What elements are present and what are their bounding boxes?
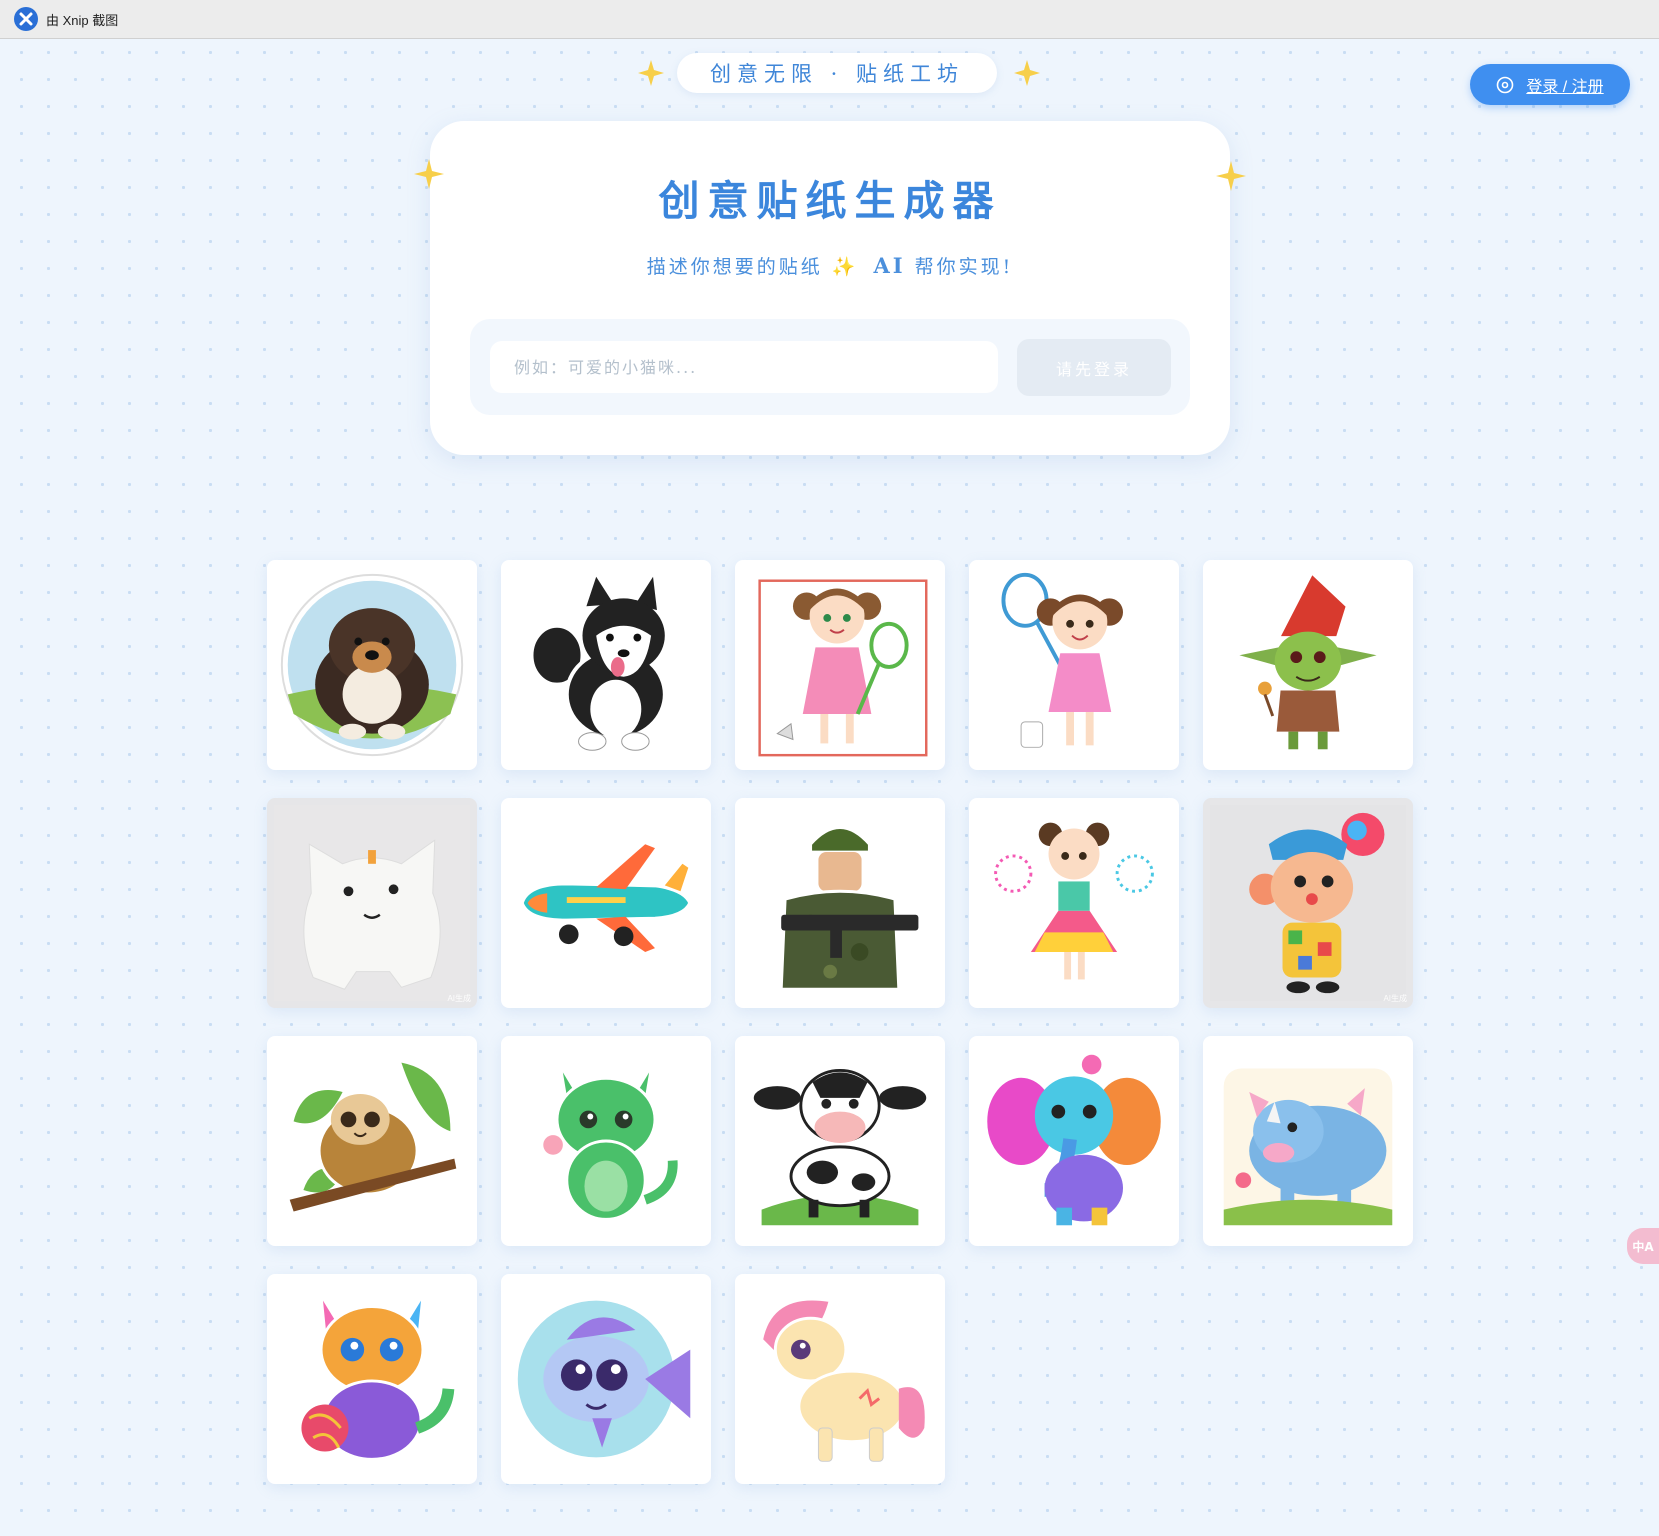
- soldier-sticker-image: [779, 826, 919, 991]
- clown-monkey-sticker-image: [1210, 805, 1406, 1001]
- prompt-input[interactable]: [490, 341, 998, 393]
- subtitle-text: 描述你想要的贴纸: [646, 256, 823, 278]
- elephant-sticker-image: [984, 1054, 1164, 1226]
- window-titlebar: 由 Xnip 截图: [0, 0, 1659, 39]
- sticker-card[interactable]: [735, 1036, 945, 1246]
- sticker-card[interactable]: [267, 560, 477, 770]
- rhino-sticker-image: [1223, 1068, 1393, 1226]
- sloth-sticker-image: [289, 1062, 457, 1212]
- sticker-card[interactable]: [735, 560, 945, 770]
- compass-icon: [1497, 76, 1514, 93]
- submit-login-first-button[interactable]: 请先登录: [1017, 339, 1171, 396]
- hero-card: 创意贴纸生成器 描述你想要的贴纸 ✨ AI 帮你实现! 请先登录: [414, 121, 1246, 455]
- sparkle-icon: ✨: [831, 256, 859, 278]
- sticker-gallery: AI生成 AI生成: [267, 560, 1413, 1484]
- sticker-card[interactable]: [267, 1274, 477, 1484]
- cow-sticker-image: [753, 1068, 927, 1226]
- login-register-label: 登录 / 注册: [1526, 78, 1604, 96]
- page-subtitle: 描述你想要的贴纸 ✨ AI 帮你实现!: [430, 252, 1230, 279]
- pony-sticker-image: [760, 1297, 925, 1462]
- login-register-button[interactable]: 登录 / 注册: [1470, 64, 1630, 105]
- girl-sparklers-sticker-image: [994, 822, 1154, 980]
- sticker-card[interactable]: [969, 798, 1179, 1008]
- sticker-card[interactable]: [501, 1036, 711, 1246]
- subtitle-text: 帮你实现!: [914, 256, 1014, 278]
- sticker-card[interactable]: [735, 1274, 945, 1484]
- window-title: 由 Xnip 截图: [46, 12, 119, 28]
- dog-sticker-image: [280, 573, 464, 757]
- sticker-card[interactable]: [735, 798, 945, 1008]
- girl-racket-sticker-image: [1001, 572, 1123, 748]
- husky-sticker-image: [529, 576, 667, 751]
- watermark: AI生成: [447, 994, 471, 1003]
- xnip-app-icon: [14, 7, 38, 31]
- rainbow-kitten-sticker-image: [301, 1300, 455, 1461]
- sticker-card[interactable]: [501, 560, 711, 770]
- prompt-panel: 请先登录: [470, 319, 1190, 415]
- sticker-card[interactable]: [969, 1036, 1179, 1246]
- green-cat-sticker-image: [543, 1072, 678, 1221]
- page-title: 创意贴纸生成器: [658, 177, 1002, 225]
- sticker-card[interactable]: [501, 798, 711, 1008]
- goblin-sticker-image: [1239, 570, 1377, 750]
- sticker-card[interactable]: [1203, 560, 1413, 770]
- white-blob-sticker-image: [274, 805, 470, 1001]
- sticker-card[interactable]: [1203, 1036, 1413, 1246]
- translate-side-tab[interactable]: 中A: [1627, 1228, 1659, 1264]
- sticker-card[interactable]: [501, 1274, 711, 1484]
- subtitle-ai: AI: [873, 253, 906, 278]
- fish-sticker-image: [513, 1296, 691, 1462]
- watermark: AI生成: [1383, 994, 1407, 1003]
- girl-badminton-sticker-image: [758, 579, 928, 757]
- sticker-card[interactable]: AI生成: [1203, 798, 1413, 1008]
- sparkle-icon: [1014, 60, 1040, 86]
- airplane-sticker-image: [519, 844, 693, 952]
- sparkle-icon: [638, 60, 664, 86]
- sticker-card[interactable]: AI生成: [267, 798, 477, 1008]
- sticker-card[interactable]: [969, 560, 1179, 770]
- header-badge: 创意无限 · 贴纸工坊: [677, 53, 997, 93]
- sticker-card[interactable]: [267, 1036, 477, 1246]
